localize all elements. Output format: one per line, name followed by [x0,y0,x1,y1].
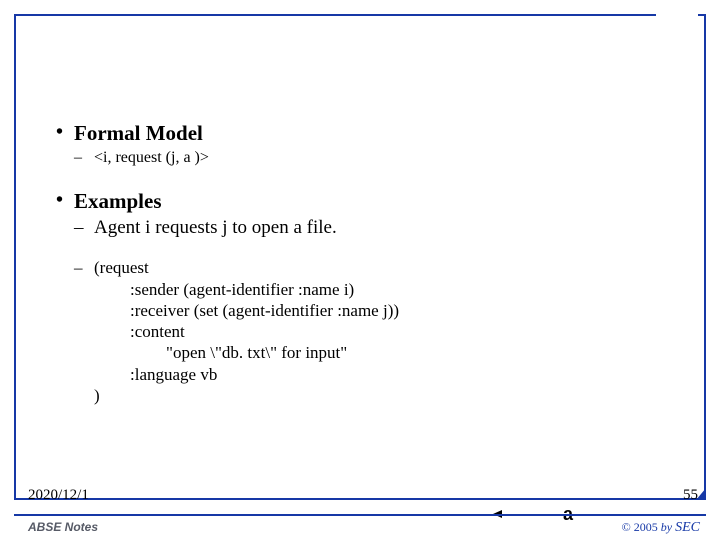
code-line: (request [94,257,656,278]
code-line: :language vb [94,364,656,385]
copyright-text: © 2005 [622,520,658,534]
code-line: "open \"db. txt\" for input" [94,342,656,363]
footer-rule [14,514,706,516]
page-number: 55 [683,487,698,504]
section-title: Formal Model [74,121,203,145]
section-examples: Examples Agent i requests j to open a fi… [56,188,656,406]
section-title: Examples [74,189,162,213]
copyright-by: by [661,520,672,534]
example-description: Agent i requests j to open a file. [74,216,656,240]
code-line: :sender (agent-identifier :name i) [94,279,656,300]
copyright-org: SEC [675,520,700,535]
code-line: ) [94,385,656,406]
slide: Formal Model <i, request (j, a )> Exampl… [0,0,720,540]
section-formal-model: Formal Model <i, request (j, a )> [56,120,656,168]
code-line: :receiver (set (agent-identifier :name j… [94,300,656,321]
slide-content: Formal Model <i, request (j, a )> Exampl… [56,120,656,414]
formal-model-tuple: <i, request (j, a )> [74,148,656,168]
footer-copyright: © 2005 by SEC [622,520,700,536]
code-line: :content [94,321,656,342]
example-code: (request :sender (agent-identifier :name… [74,257,656,406]
footer-notes: ABSE Notes [28,520,98,534]
slide-date: 2020/12/1 [28,487,89,504]
slide-footer: ABSE Notes © 2005 by SEC [0,510,720,540]
